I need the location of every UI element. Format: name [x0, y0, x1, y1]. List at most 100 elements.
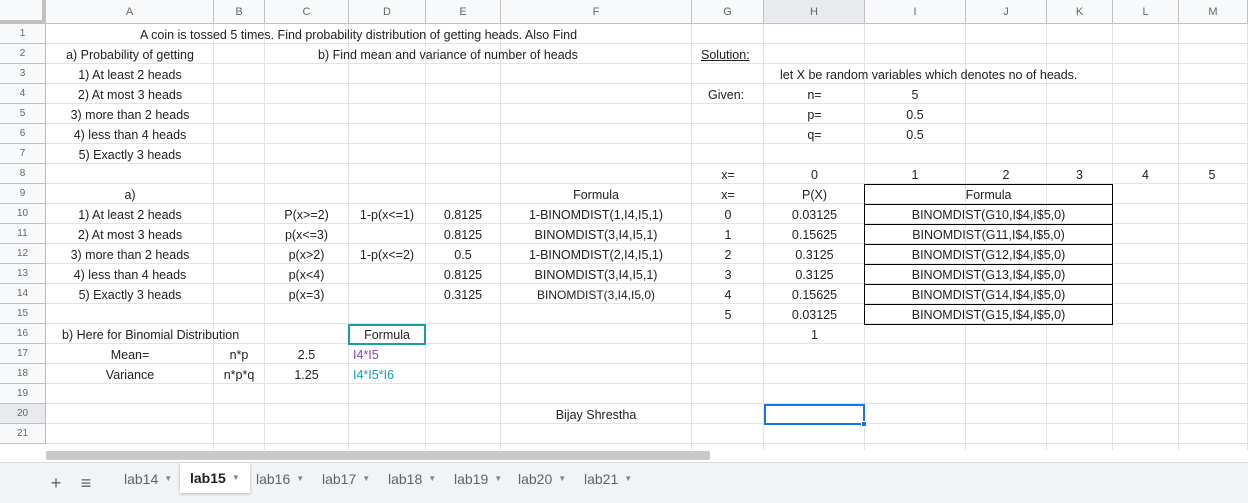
cell-h16[interactable]: 1	[765, 325, 864, 345]
row-header-8[interactable]: 8	[0, 164, 46, 184]
cell-g10[interactable]: 0	[692, 205, 764, 225]
fill-handle[interactable]	[861, 421, 867, 427]
cell-a13[interactable]: 4) less than 4 heads	[47, 265, 213, 285]
cell-h11[interactable]: 0.15625	[765, 225, 864, 245]
cell-e13[interactable]: 0.8125	[426, 265, 500, 285]
cell-e11[interactable]: 0.8125	[426, 225, 500, 245]
sheet-tab-lab18[interactable]: lab18 ▼	[378, 465, 446, 493]
row-header-20[interactable]: 20	[0, 404, 46, 424]
row-header-1[interactable]: 1	[0, 24, 46, 44]
cell-c10[interactable]: P(x>=2)	[265, 205, 348, 225]
cell-e12[interactable]: 0.5	[426, 245, 500, 265]
cell-c14[interactable]: p(x=3)	[265, 285, 348, 305]
spreadsheet-grid[interactable]: ABCDEFGHIJKLM 1 2 3 4 5 6 7 8 9 10 11 12 13 14 15 16 17 1…	[0, 0, 1248, 450]
cell-a9[interactable]: a)	[47, 185, 213, 205]
cell-a7[interactable]: 5) Exactly 3 heads	[47, 145, 213, 165]
select-all-corner[interactable]	[0, 0, 46, 24]
cell-f11[interactable]: BINOMDIST(3,I4,I5,1)	[501, 225, 691, 245]
cell-h8[interactable]: 0	[765, 165, 864, 185]
cell-e10[interactable]: 0.8125	[426, 205, 500, 225]
row-header-4[interactable]: 4	[0, 84, 46, 104]
cell-h14[interactable]: 0.15625	[765, 285, 864, 305]
column-header-m[interactable]: M	[1179, 0, 1248, 24]
cell-g14[interactable]: 4	[692, 285, 764, 305]
chevron-down-icon[interactable]: ▼	[624, 465, 632, 493]
row-header-13[interactable]: 13	[0, 264, 46, 284]
cell-g4[interactable]: Given:	[706, 85, 746, 105]
cell-h9[interactable]: P(X)	[765, 185, 864, 205]
cell-a18[interactable]: Variance	[47, 365, 213, 385]
cell-g2[interactable]: Solution:	[699, 45, 752, 65]
row-header-12[interactable]: 12	[0, 244, 46, 264]
cell-a17[interactable]: Mean=	[47, 345, 213, 365]
column-header-c[interactable]: C	[265, 0, 349, 24]
cell-h15[interactable]: 0.03125	[765, 305, 864, 325]
row-header-2[interactable]: 2	[0, 44, 46, 64]
horizontal-scrollbar[interactable]	[46, 451, 710, 460]
column-header-d[interactable]: D	[349, 0, 426, 24]
cell-b18[interactable]: n*p*q	[214, 365, 264, 385]
row-header-19[interactable]: 19	[0, 384, 46, 404]
cell-d18[interactable]: I4*I5*I6	[351, 365, 396, 385]
sheet-tab-lab20[interactable]: lab20 ▼	[508, 465, 576, 493]
row-header-11[interactable]: 11	[0, 224, 46, 244]
cell-d16[interactable]: Formula	[349, 325, 425, 345]
chevron-down-icon[interactable]: ▼	[296, 465, 304, 493]
cell-a12[interactable]: 3) more than 2 heads	[47, 245, 213, 265]
chevron-down-icon[interactable]: ▼	[362, 465, 370, 493]
cell-a2[interactable]: a) Probability of getting	[47, 45, 213, 65]
row-header-15[interactable]: 15	[0, 304, 46, 324]
cell-g15[interactable]: 5	[692, 305, 764, 325]
cell-k8[interactable]: 3	[1047, 165, 1112, 185]
cell-h12[interactable]: 0.3125	[765, 245, 864, 265]
cell-d10[interactable]: 1-p(x<=1)	[349, 205, 425, 225]
cell-f9[interactable]: Formula	[501, 185, 691, 205]
column-header-g[interactable]: G	[692, 0, 764, 24]
row-header-17[interactable]: 17	[0, 344, 46, 364]
cell-m8[interactable]: 5	[1179, 165, 1245, 185]
cell-g12[interactable]: 2	[692, 245, 764, 265]
cell-b17[interactable]: n*p	[214, 345, 264, 365]
cell-a6[interactable]: 4) less than 4 heads	[47, 125, 213, 145]
cell-h10[interactable]: 0.03125	[765, 205, 864, 225]
row-header-14[interactable]: 14	[0, 284, 46, 304]
row-header-9[interactable]: 9	[0, 184, 46, 204]
column-header-b[interactable]: B	[214, 0, 265, 24]
cell-i5[interactable]: 0.5	[865, 105, 965, 125]
row-header-6[interactable]: 6	[0, 124, 46, 144]
cell-g8[interactable]: x=	[692, 165, 764, 185]
cell-e14[interactable]: 0.3125	[426, 285, 500, 305]
cell-f12[interactable]: 1-BINOMDIST(2,I4,I5,1)	[501, 245, 691, 265]
cell-d12[interactable]: 1-p(x<=2)	[349, 245, 425, 265]
cell-g13[interactable]: 3	[692, 265, 764, 285]
cell-f13[interactable]: BINOMDIST(3,I4,I5,1)	[501, 265, 691, 285]
cell-l8[interactable]: 4	[1113, 165, 1178, 185]
cell-a4[interactable]: 2) At most 3 heads	[47, 85, 213, 105]
cell-h3[interactable]: let X be random variables which denotes …	[778, 65, 1079, 85]
chevron-down-icon[interactable]: ▼	[494, 465, 502, 493]
sheet-tab-lab15[interactable]: lab15 ▼	[180, 463, 250, 493]
chevron-down-icon[interactable]: ▼	[232, 464, 240, 492]
cell-a3[interactable]: 1) At least 2 heads	[47, 65, 213, 85]
cell-i6[interactable]: 0.5	[865, 125, 965, 145]
row-header-18[interactable]: 18	[0, 364, 46, 384]
cell-i4[interactable]: 5	[865, 85, 965, 105]
row-header-5[interactable]: 5	[0, 104, 46, 124]
sheet-tab-lab17[interactable]: lab17 ▼	[312, 465, 380, 493]
cell-a5[interactable]: 3) more than 2 heads	[47, 105, 213, 125]
column-header-f[interactable]: F	[501, 0, 692, 24]
sheet-tab-lab16[interactable]: lab16 ▼	[246, 465, 314, 493]
cell-g11[interactable]: 1	[692, 225, 764, 245]
cell-a10[interactable]: 1) At least 2 heads	[47, 205, 213, 225]
plus-icon[interactable]: +	[44, 471, 68, 495]
cell-c17[interactable]: 2.5	[265, 345, 348, 365]
column-header-l[interactable]: L	[1113, 0, 1179, 24]
row-header-21[interactable]: 21	[0, 424, 46, 444]
row-header-7[interactable]: 7	[0, 144, 46, 164]
cell-c2[interactable]: b) Find mean and variance of number of h…	[316, 45, 580, 65]
column-header-k[interactable]: K	[1047, 0, 1113, 24]
sheet-tab-lab19[interactable]: lab19 ▼	[444, 465, 512, 493]
column-header-j[interactable]: J	[966, 0, 1047, 24]
row-header-3[interactable]: 3	[0, 64, 46, 84]
row-header-10[interactable]: 10	[0, 204, 46, 224]
